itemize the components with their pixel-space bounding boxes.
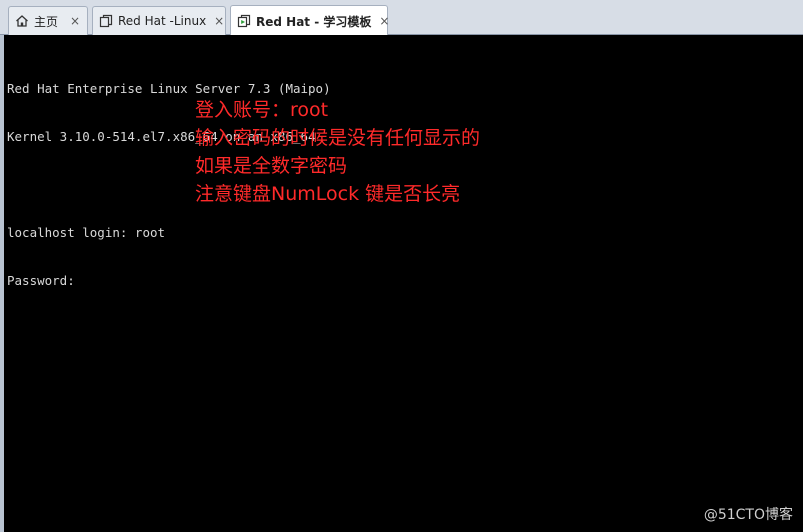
annotation-line: 登入账号：root — [195, 99, 329, 121]
vm-icon — [99, 14, 113, 28]
annotation-line: 输入密码的时候是没有任何显示的 — [195, 127, 481, 149]
console-line-os: Red Hat Enterprise Linux Server 7.3 (Mai… — [7, 81, 331, 96]
close-icon[interactable]: × — [214, 15, 224, 27]
vm-console[interactable]: Red Hat Enterprise Linux Server 7.3 (Mai… — [0, 35, 803, 532]
tab-label: Red Hat -Linux — [118, 14, 207, 28]
annotation-line: 注意键盘NumLock 键是否长亮 — [195, 183, 461, 205]
tab-label: 主页 — [34, 14, 59, 29]
tab-red-hat-linux[interactable]: Red Hat -Linux × — [92, 6, 226, 35]
console-line-password: Password: — [7, 273, 75, 288]
tab-red-hat-study-template[interactable]: Red Hat - 学习模板 × — [230, 5, 389, 36]
annotation-text: 登入账号：root 输入密码的时候是没有任何显示的 如果是全数字密码 注意键盘N… — [195, 96, 480, 208]
vm-running-icon — [237, 14, 251, 28]
console-line-login: localhost login: root — [7, 225, 166, 240]
tab-bar: 主页 × Red Hat -Linux × Red Hat - 学习模板 × — [0, 0, 803, 36]
tab-home[interactable]: 主页 × — [8, 6, 88, 35]
annotation-line: 如果是全数字密码 — [195, 155, 348, 177]
close-icon[interactable]: × — [69, 15, 81, 27]
tab-label: Red Hat - 学习模板 — [256, 14, 372, 29]
home-icon — [15, 14, 29, 28]
watermark: @51CTO博客 — [703, 507, 793, 523]
close-icon[interactable]: × — [379, 15, 389, 27]
vmware-window: 主页 × Red Hat -Linux × Red Hat - 学习模板 × R… — [0, 0, 803, 532]
